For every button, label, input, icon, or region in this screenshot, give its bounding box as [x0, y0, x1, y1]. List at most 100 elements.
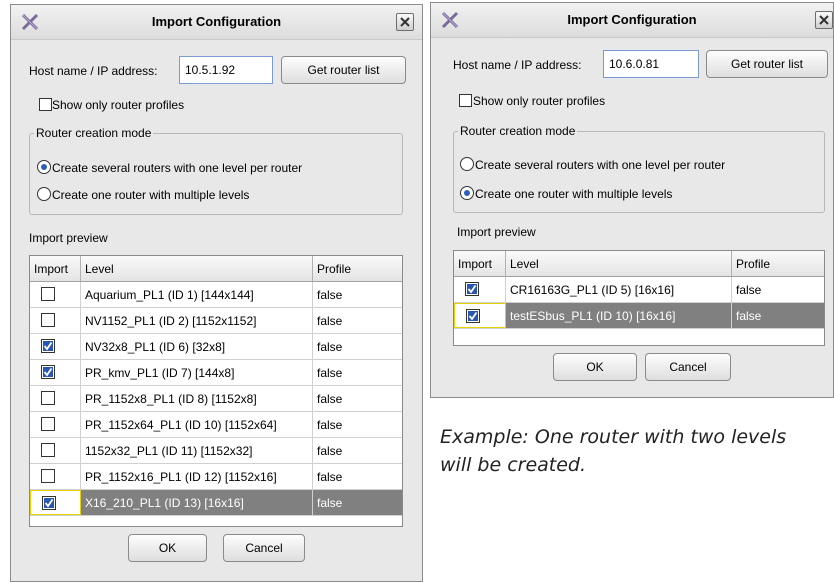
radio-several-routers[interactable] — [37, 160, 51, 174]
col-header-import[interactable]: Import — [454, 251, 506, 277]
import-preview-label: Import preview — [457, 225, 536, 239]
level-cell: Aquarium_PL1 (ID 1) [144x144] — [81, 282, 313, 307]
col-header-profile[interactable]: Profile — [313, 256, 402, 282]
import-cell — [30, 490, 81, 515]
import-checkbox[interactable] — [41, 469, 55, 483]
close-button[interactable] — [396, 13, 414, 31]
level-cell: NV32x8_PL1 (ID 6) [32x8] — [81, 334, 313, 359]
radio-one-router[interactable] — [460, 186, 474, 200]
cancel-button[interactable]: Cancel — [645, 353, 731, 381]
dialog-title: Import Configuration — [567, 12, 697, 27]
profile-cell: false — [317, 418, 343, 432]
profile-cell: false — [317, 392, 343, 406]
level-cell: PR_kmv_PL1 (ID 7) [144x8] — [81, 360, 313, 385]
show-only-profiles-label: Show only router profiles — [52, 98, 185, 112]
checkmark-icon — [467, 284, 477, 294]
table-row[interactable]: 1152x32_PL1 (ID 11) [1152x32] false — [30, 438, 402, 464]
table-row[interactable]: PR_1152x64_PL1 (ID 10) [1152x64] false — [30, 412, 402, 438]
col-header-level[interactable]: Level — [506, 251, 732, 277]
show-only-profiles-checkbox[interactable] — [459, 94, 472, 107]
table-row[interactable]: testESbus_PL1 (ID 10) [16x16] false — [454, 303, 824, 329]
import-cell — [30, 360, 81, 385]
close-button[interactable] — [815, 11, 833, 29]
radio-one-router-label: Create one router with multiple levels — [52, 188, 250, 202]
import-preview-label: Import preview — [29, 231, 108, 245]
col-header-import[interactable]: Import — [30, 256, 81, 282]
import-checkbox[interactable] — [41, 365, 55, 379]
get-router-list-button[interactable]: Get router list — [706, 50, 828, 78]
import-cell — [30, 386, 81, 411]
col-header-level[interactable]: Level — [81, 256, 313, 282]
import-cell — [30, 282, 81, 307]
level-cell: testESbus_PL1 (ID 10) [16x16] — [506, 303, 732, 328]
level-cell: PR_1152x16_PL1 (ID 12) [1152x16] — [81, 464, 313, 489]
radio-one-router[interactable] — [37, 187, 51, 201]
import-config-dialog-2: Import Configuration Host name / IP addr… — [430, 2, 834, 398]
level-cell: PR_1152x64_PL1 (ID 10) [1152x64] — [81, 412, 313, 437]
checkmark-icon — [43, 367, 53, 377]
ok-button[interactable]: OK — [553, 353, 637, 381]
radio-several-routers[interactable] — [460, 157, 474, 171]
import-checkbox[interactable] — [41, 417, 55, 431]
import-checkbox[interactable] — [41, 339, 55, 353]
import-checkbox[interactable] — [41, 391, 55, 405]
router-creation-mode-title: Router creation mode — [34, 126, 154, 140]
router-creation-mode-group: Router creation mode Create several rout… — [453, 124, 825, 213]
profile-cell: false — [317, 288, 343, 302]
level-cell: NV1152_PL1 (ID 2) [1152x1152] — [81, 308, 313, 333]
table-row[interactable]: X16_210_PL1 (ID 13) [16x16] false — [30, 490, 402, 516]
radio-several-routers-label: Create several routers with one level pe… — [475, 158, 726, 172]
table-row[interactable]: NV1152_PL1 (ID 2) [1152x1152] false — [30, 308, 402, 334]
import-cell — [30, 308, 81, 333]
host-label: Host name / IP address: — [453, 58, 582, 72]
table-row[interactable]: NV32x8_PL1 (ID 6) [32x8] false — [30, 334, 402, 360]
profile-cell: false — [736, 283, 762, 297]
level-cell: 1152x32_PL1 (ID 11) [1152x32] — [81, 438, 313, 463]
profile-cell: false — [317, 340, 343, 354]
import-checkbox[interactable] — [41, 287, 55, 301]
profile-cell: false — [317, 314, 343, 328]
profile-cell: false — [317, 496, 343, 510]
table-row[interactable]: CR16163G_PL1 (ID 5) [16x16] false — [454, 277, 824, 303]
import-cell — [454, 277, 506, 302]
import-checkbox[interactable] — [465, 282, 479, 296]
import-checkbox[interactable] — [466, 309, 480, 323]
router-creation-mode-group: Router creation mode Create several rout… — [29, 126, 403, 215]
profile-cell: false — [317, 444, 343, 458]
radio-several-routers-label: Create several routers with one level pe… — [52, 161, 303, 175]
level-cell: PR_1152x8_PL1 (ID 8) [1152x8] — [81, 386, 313, 411]
title-bar: Import Configuration — [11, 5, 422, 40]
close-icon — [400, 17, 410, 27]
import-cell — [30, 438, 81, 463]
ok-button[interactable]: OK — [128, 534, 207, 562]
profile-cell: false — [317, 366, 343, 380]
show-only-profiles-checkbox[interactable] — [39, 98, 52, 111]
import-preview-table: Import Level Profile Aquarium_PL1 (ID 1)… — [29, 255, 403, 527]
get-router-list-button[interactable]: Get router list — [281, 56, 406, 84]
profile-cell: false — [317, 470, 343, 484]
host-input[interactable]: 10.6.0.81 — [603, 50, 699, 78]
import-checkbox[interactable] — [41, 443, 55, 457]
host-input[interactable]: 10.5.1.92 — [179, 56, 273, 84]
level-cell: X16_210_PL1 (ID 13) [16x16] — [81, 490, 313, 515]
table-row[interactable]: PR_1152x8_PL1 (ID 8) [1152x8] false — [30, 386, 402, 412]
table-row[interactable]: PR_kmv_PL1 (ID 7) [144x8] false — [30, 360, 402, 386]
cancel-button[interactable]: Cancel — [223, 534, 305, 562]
import-cell — [30, 464, 81, 489]
checkmark-icon — [44, 498, 54, 508]
close-icon — [819, 15, 829, 25]
import-cell — [30, 334, 81, 359]
table-row[interactable]: PR_1152x16_PL1 (ID 12) [1152x16] false — [30, 464, 402, 490]
dialog-title: Import Configuration — [151, 14, 282, 29]
table-row[interactable]: Aquarium_PL1 (ID 1) [144x144] false — [30, 282, 402, 308]
col-header-profile[interactable]: Profile — [732, 251, 824, 277]
title-bar: Import Configuration — [431, 3, 833, 38]
level-cell: CR16163G_PL1 (ID 5) [16x16] — [506, 277, 732, 302]
profile-cell: false — [736, 309, 762, 323]
show-only-profiles-label: Show only router profiles — [473, 94, 606, 108]
import-checkbox[interactable] — [41, 313, 55, 327]
radio-one-router-label: Create one router with multiple levels — [475, 187, 673, 201]
import-checkbox[interactable] — [42, 496, 56, 510]
host-label: Host name / IP address: — [29, 64, 158, 78]
import-preview-table: Import Level Profile CR16163G_PL1 (ID 5)… — [453, 250, 825, 346]
